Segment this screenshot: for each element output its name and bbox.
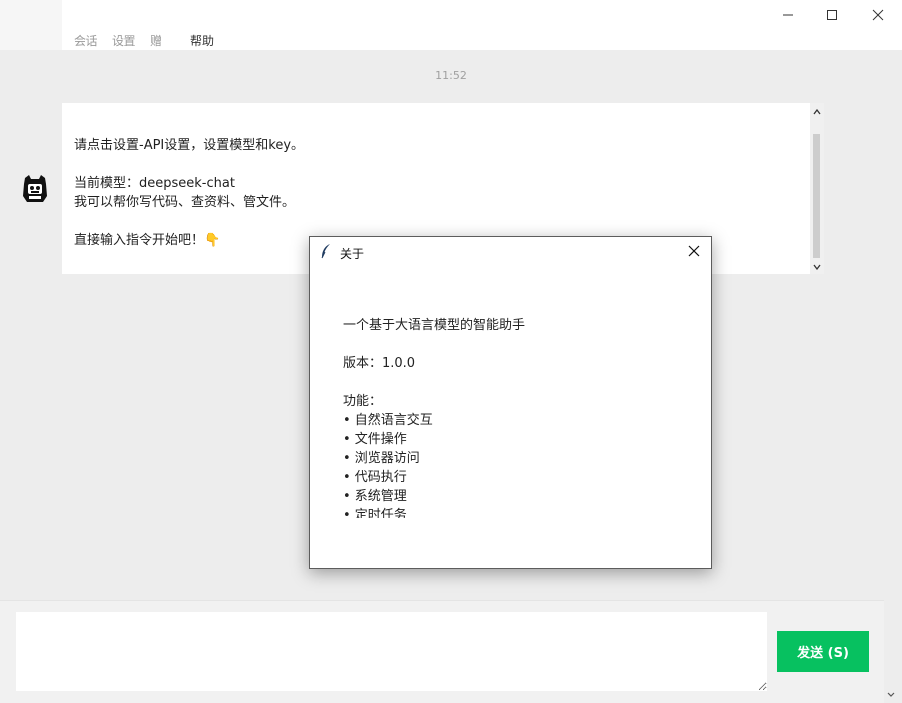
resize-grip-icon [887, 692, 895, 697]
scroll-down-button[interactable] [812, 262, 822, 272]
scrollbar-thumb[interactable] [813, 134, 820, 258]
maximize-button[interactable] [810, 0, 854, 30]
message-line-start: 直接输入指令开始吧！👇 [74, 233, 221, 248]
feature-item: • 代码执行 [343, 470, 407, 485]
app-version: 版本：1.0.0 [343, 356, 416, 371]
send-button[interactable]: 发送 (S) [777, 631, 869, 672]
robot-icon [23, 175, 47, 202]
message-timestamp: 11:52 [435, 69, 467, 82]
bot-avatar [20, 172, 50, 208]
message-input[interactable] [16, 612, 767, 691]
close-icon [872, 9, 884, 21]
feature-item: • 系统管理 [343, 489, 407, 504]
about-dialog: 关于 一个基于大语言模型的智能助手 版本：1.0.0 功能： • 自然语言交互 … [309, 236, 712, 569]
message-line-capabilities: 我可以帮你写代码、查资料、管文件。 [74, 195, 296, 210]
dialog-title: 关于 [340, 247, 365, 261]
feature-item: • 浏览器访问 [343, 451, 420, 466]
chevron-down-icon [813, 264, 821, 270]
message-line-setup: 请点击设置-API设置，设置模型和key。 [74, 138, 305, 153]
menu-extra[interactable]: 赠 [150, 32, 162, 49]
minimize-icon [783, 14, 793, 16]
dialog-close-button[interactable] [682, 240, 706, 262]
close-icon [688, 245, 700, 257]
minimize-button[interactable] [766, 0, 810, 30]
message-line-model: 当前模型：deepseek-chat [74, 176, 235, 191]
close-window-button[interactable] [856, 0, 900, 30]
maximize-icon [827, 10, 837, 20]
feature-item: • 自然语言交互 [343, 413, 433, 428]
dialog-body: 一个基于大语言模型的智能助手 版本：1.0.0 功能： • 自然语言交互 • 文… [343, 316, 683, 518]
menu-bar [0, 30, 902, 50]
menu-session[interactable]: 会话 [74, 32, 98, 49]
app-description: 一个基于大语言模型的智能助手 [343, 318, 526, 333]
menu-help[interactable]: 帮助 [190, 32, 214, 49]
resize-grip[interactable] [886, 686, 898, 698]
chevron-up-icon [813, 109, 821, 115]
features-heading: 功能： [343, 394, 383, 409]
scroll-up-button[interactable] [812, 107, 822, 117]
app-icon-area [0, 0, 62, 50]
menu-settings[interactable]: 设置 [112, 32, 136, 49]
feature-item: • 文件操作 [343, 432, 407, 447]
feature-item: • 定时任务 [343, 508, 407, 518]
feather-icon [320, 243, 332, 259]
